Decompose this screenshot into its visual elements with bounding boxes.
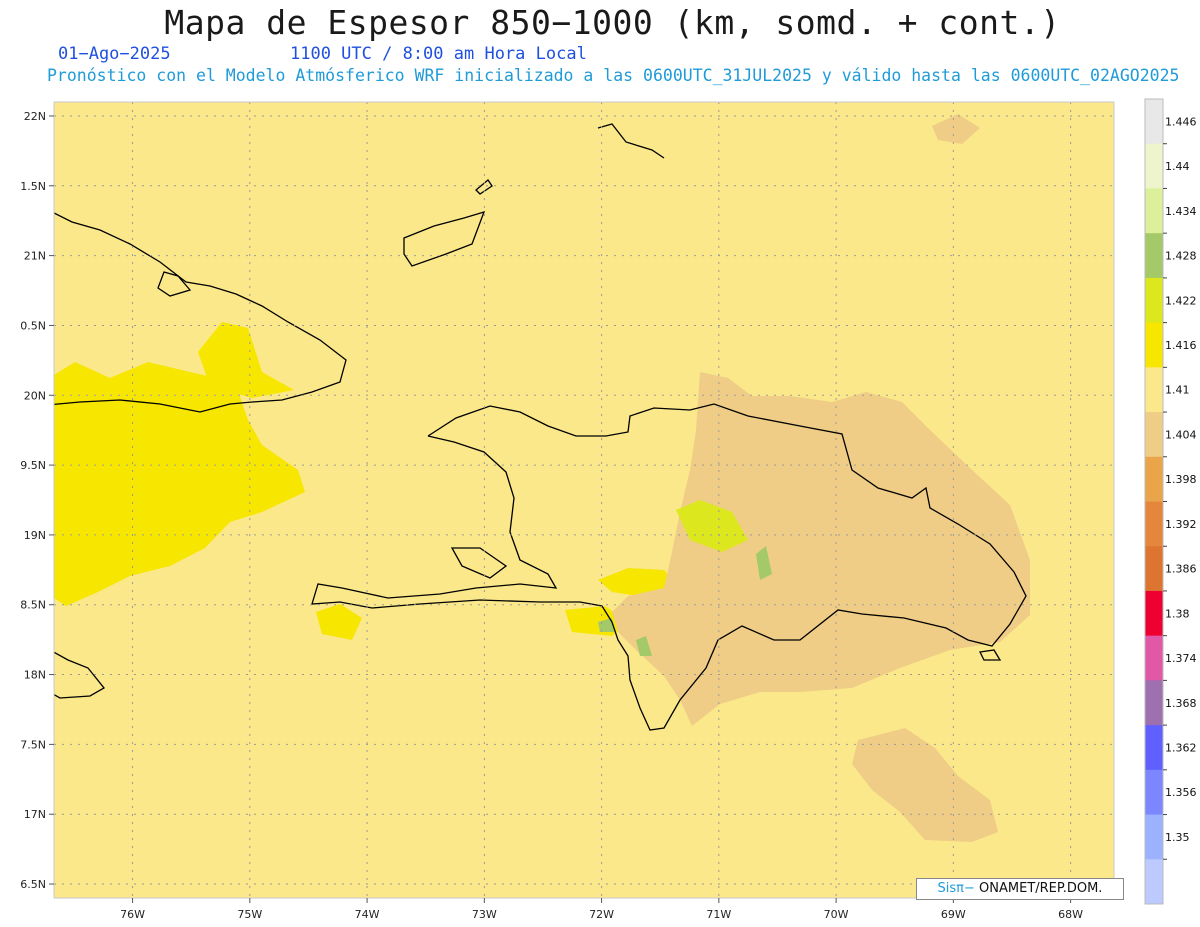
latitude-axis: 22N 1.5N 21N 0.5N 20N 9.5N 19N 8.5N 18N 7.5N 17N 6.… [20, 110, 54, 891]
lon-label: 70W [824, 908, 849, 921]
lat-label: 0.5N [20, 319, 46, 332]
colorbar-label: 1.38 [1165, 607, 1190, 620]
colorbar-label: 1.44 [1165, 160, 1190, 173]
lon-label: 75W [237, 908, 262, 921]
colorbar-swatch [1145, 456, 1163, 502]
colorbar-swatch [1145, 412, 1163, 458]
map-title: Mapa de Espesor 850−1000 (km, somd. + co… [164, 3, 1061, 42]
lon-label: 68W [1058, 908, 1083, 921]
colorbar-swatch [1145, 635, 1163, 681]
date-text: 01−Ago−2025 [58, 44, 171, 64]
colorbar-swatch [1145, 725, 1163, 771]
lat-label: 7.5N [20, 738, 46, 751]
colorbar-swatch [1145, 322, 1163, 368]
colorbar-swatch [1145, 277, 1163, 324]
time-text: 1100 UTC / 8:00 am Hora Local [290, 44, 587, 64]
colorbar: 1.446 1.44 1.434 1.428 1.422 1.416 1.41 1.404 1.… [1144, 98, 1197, 905]
colorbar-swatch [1145, 814, 1163, 860]
colorbar-swatch [1145, 769, 1163, 816]
lat-label: 1.5N [20, 180, 46, 193]
colorbar-label: 1.374 [1165, 652, 1197, 665]
colorbar-label: 1.404 [1165, 428, 1197, 441]
colorbar-label: 1.362 [1165, 741, 1197, 754]
colorbar-label: 1.368 [1165, 697, 1197, 710]
colorbar-label: 1.392 [1165, 518, 1197, 531]
colorbar-label: 1.41 [1165, 384, 1190, 397]
colorbar-swatch [1145, 367, 1163, 413]
colorbar-swatch [1145, 188, 1163, 234]
lat-label: 19N [24, 529, 46, 542]
forecast-text: Pronóstico con el Modelo Atmósferico WRF… [47, 66, 1180, 85]
colorbar-label: 1.356 [1165, 786, 1197, 799]
lat-label: 8.5N [20, 599, 46, 612]
colorbar-swatch [1145, 143, 1163, 189]
lat-label: 20N [24, 389, 46, 402]
colorbar-label: 1.386 [1165, 563, 1197, 576]
lon-label: 71W [706, 908, 731, 921]
lat-label: 9.5N [20, 459, 46, 472]
colorbar-label: 1.422 [1165, 294, 1197, 307]
colorbar-swatch [1145, 590, 1163, 637]
credit-box: Sisπ− ONAMET/REP.DOM. [916, 878, 1124, 900]
colorbar-label: 1.428 [1165, 250, 1197, 263]
colorbar-label: 1.446 [1165, 115, 1197, 128]
colorbar-label: 1.35 [1165, 831, 1190, 844]
thickness-map: 22N 1.5N 21N 0.5N 20N 9.5N 19N 8.5N 18N 7.5N 17N 6.… [20, 98, 1197, 921]
lat-label: 17N [24, 808, 46, 821]
lon-label: 69W [941, 908, 966, 921]
lat-label: 18N [24, 669, 46, 682]
colorbar-label: 1.416 [1165, 339, 1197, 352]
colorbar-swatch [1145, 233, 1163, 279]
lon-label: 74W [355, 908, 380, 921]
lon-label: 72W [589, 908, 614, 921]
lat-label: 21N [24, 250, 46, 263]
colorbar-label: 1.434 [1165, 205, 1197, 218]
colorbar-swatch [1145, 859, 1163, 905]
lon-label: 73W [472, 908, 497, 921]
lon-label: 76W [120, 908, 145, 921]
credit-brand: Sisπ− [937, 881, 975, 896]
lat-label: 6.5N [20, 878, 46, 891]
colorbar-swatch [1145, 680, 1163, 726]
lat-label: 22N [24, 110, 46, 123]
colorbar-swatch [1145, 99, 1163, 145]
colorbar-label: 1.398 [1165, 473, 1197, 486]
longitude-axis: 76W 75W 74W 73W 72W 71W 70W 69W 68W [120, 898, 1083, 921]
colorbar-swatch [1145, 546, 1163, 592]
credit-org: ONAMET/REP.DOM. [974, 881, 1103, 896]
colorbar-swatch [1145, 501, 1163, 547]
